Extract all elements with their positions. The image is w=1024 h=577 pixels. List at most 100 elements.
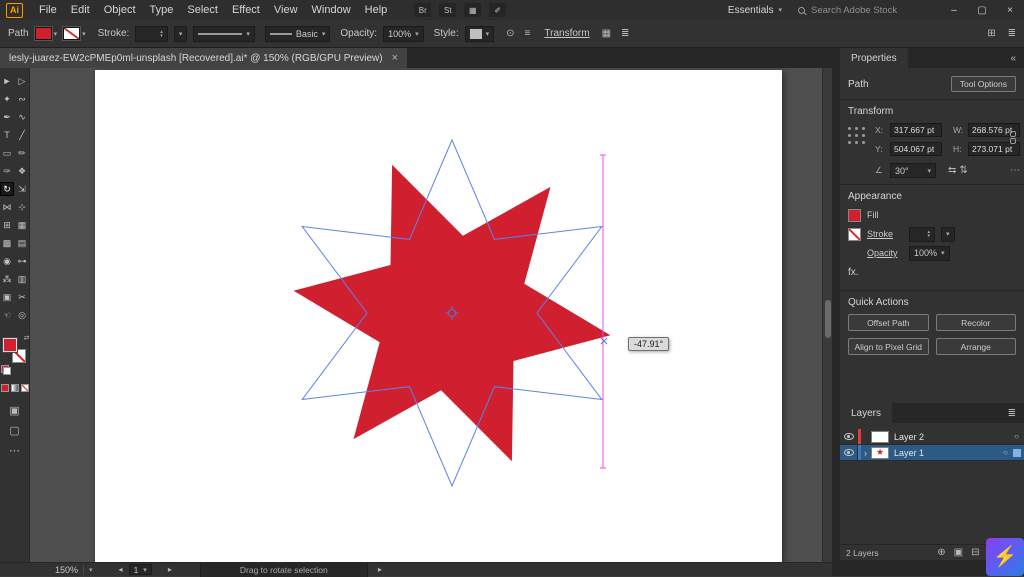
brush-definition-dropdown[interactable]: Basic▾ (265, 26, 331, 42)
layer-name[interactable]: Layer 1 (894, 448, 998, 458)
swap-fill-stroke-icon[interactable]: ⇄ (24, 334, 30, 342)
stroke-link[interactable]: Stroke (867, 229, 903, 239)
paintbrush-tool[interactable]: ✏ (15, 146, 29, 160)
graphic-style-dropdown[interactable]: ▾ (465, 26, 495, 42)
maximize-button[interactable]: ▢ (968, 0, 996, 20)
previous-artboard-icon[interactable]: ◂ (119, 565, 123, 574)
dock-panels-icon[interactable]: ⊞ (987, 28, 995, 39)
mesh-tool[interactable]: ▩ (0, 236, 14, 250)
more-options-icon[interactable]: ≣ (621, 28, 629, 39)
stroke-weight-field[interactable]: ▴▾ (909, 227, 935, 242)
next-artboard-icon[interactable]: ▸ (168, 565, 172, 574)
layer-row[interactable]: Layer 2○ (840, 429, 1024, 445)
symbol-sprayer-tool[interactable]: ⁂ (0, 272, 14, 286)
appearance-opacity-dropdown[interactable]: 100% ▾ (909, 246, 950, 261)
variable-width-dropdown[interactable]: ▾ (174, 26, 188, 42)
color-button[interactable] (1, 384, 9, 392)
menu-select[interactable]: Select (180, 0, 225, 20)
drawing-modes-icon[interactable]: ▣ (9, 404, 19, 417)
selection-tool[interactable]: ► (0, 74, 14, 88)
menu-view[interactable]: View (267, 0, 305, 20)
canvas-area[interactable]: -47.91° (30, 68, 822, 562)
x-input[interactable] (890, 123, 942, 137)
fill-proxy-swatch[interactable] (3, 338, 17, 352)
flip-vertical-icon[interactable]: ⇅ (959, 165, 967, 176)
menu-file[interactable]: File (32, 0, 64, 20)
menu-window[interactable]: Window (305, 0, 358, 20)
shape-properties-icon[interactable]: ▦ (602, 28, 611, 39)
stroke-color-dropdown[interactable]: ▾ (63, 27, 86, 40)
menu-effect[interactable]: Effect (225, 0, 267, 20)
recolor-artwork-icon[interactable]: ⊙ (506, 28, 514, 39)
menu-help[interactable]: Help (358, 0, 395, 20)
tab-layers[interactable]: Layers (840, 403, 892, 423)
artboard[interactable] (95, 70, 782, 562)
rotate-tool[interactable]: ↻ (0, 182, 14, 196)
clipping-mask-icon[interactable]: ▣ (954, 547, 963, 558)
curvature-tool[interactable]: ∿ (15, 110, 29, 124)
quick-action-align-to-pixel-grid[interactable]: Align to Pixel Grid (848, 338, 929, 355)
transform-link[interactable]: Transform (544, 28, 589, 39)
flip-horizontal-icon[interactable]: ⇆ (948, 165, 956, 176)
vertical-scrollbar[interactable] (822, 68, 832, 562)
layer-thumbnail[interactable]: ★ (871, 447, 889, 459)
blend-tool[interactable]: ⊶ (15, 254, 29, 268)
fill-color-well[interactable] (848, 209, 861, 222)
free-transform-tool[interactable]: ⊹ (15, 200, 29, 214)
layers-panel-menu-icon[interactable]: ≣ (1008, 408, 1016, 419)
screen-mode-icon[interactable]: ▢ (9, 424, 19, 437)
magic-wand-tool[interactable]: ✦ (0, 92, 14, 106)
none-button[interactable] (21, 384, 29, 392)
layer-target-icon[interactable]: ○ (998, 448, 1013, 457)
zoom-tool[interactable]: ◎ (15, 308, 29, 322)
layer-target-icon[interactable]: ○ (1009, 432, 1024, 441)
stroke-weight-unit-dropdown[interactable]: ▾ (941, 227, 955, 242)
menu-object[interactable]: Object (97, 0, 143, 20)
stroke-profile-dropdown[interactable]: ▾ (193, 26, 255, 42)
default-fill-stroke-icon[interactable] (1, 365, 10, 374)
arrange-documents-icon[interactable]: ▦ (464, 3, 481, 17)
fill-label[interactable]: Fill (867, 210, 903, 220)
shape-builder-tool[interactable]: ⊞ (0, 218, 14, 232)
direct-selection-tool[interactable]: ▷ (15, 74, 29, 88)
perspective-grid-tool[interactable]: ▦ (15, 218, 29, 232)
status-scroll-icon[interactable]: ▸ (378, 565, 382, 574)
line-segment-tool[interactable]: ╱ (15, 128, 29, 142)
tab-properties[interactable]: Properties (840, 48, 908, 68)
close-button[interactable]: × (996, 0, 1024, 20)
column-graph-tool[interactable]: ▥ (15, 272, 29, 286)
layer-name[interactable]: Layer 2 (894, 432, 1009, 442)
artboard-number-field[interactable]: 1 ▾ (129, 564, 152, 575)
visibility-toggle[interactable] (840, 429, 858, 444)
close-document-icon[interactable]: × (392, 52, 398, 64)
align-options-icon[interactable]: ≡ (525, 28, 531, 39)
artboard-tool[interactable]: ▣ (0, 290, 14, 304)
control-menu-icon[interactable]: ≣ (1008, 28, 1016, 39)
stock-search[interactable] (798, 5, 930, 16)
quick-action-offset-path[interactable]: Offset Path (848, 314, 929, 331)
stock-search-input[interactable] (811, 5, 923, 16)
rectangle-tool[interactable]: ▭ (0, 146, 14, 160)
minimize-button[interactable]: – (940, 0, 968, 20)
workspace-switcher[interactable]: Essentials ▾ (728, 5, 782, 16)
pen-tool[interactable]: ✒ (0, 110, 14, 124)
scale-tool[interactable]: ⇲ (15, 182, 29, 196)
new-sublayer-icon[interactable]: ⊟ (971, 547, 979, 558)
opacity-link[interactable]: Opacity (867, 248, 903, 258)
locate-object-icon[interactable]: ⊕ (937, 547, 945, 558)
zoom-level-dropdown[interactable]: 150% ▾ (55, 565, 93, 575)
layer-thumbnail[interactable] (871, 431, 889, 443)
visibility-toggle[interactable] (840, 445, 858, 460)
gradient-tool[interactable]: ▤ (15, 236, 29, 250)
layer-row[interactable]: ›★ Layer 1○ (840, 445, 1024, 461)
constrain-proportions-icon[interactable] (1010, 131, 1016, 144)
slice-tool[interactable]: ✂ (15, 290, 29, 304)
fill-color-dropdown[interactable]: ▾ (35, 27, 58, 40)
tool-options-button[interactable]: Tool Options (951, 76, 1016, 92)
collapse-panel-icon[interactable]: « (1010, 53, 1016, 64)
type-tool[interactable]: T (0, 128, 14, 142)
eyedropper-tool[interactable]: ◉ (0, 254, 14, 268)
transform-more-options-icon[interactable]: ⋯ (1010, 165, 1020, 176)
disclosure-arrow[interactable]: › (861, 448, 870, 458)
stroke-weight-stepper[interactable]: ▴▾ (135, 26, 168, 42)
